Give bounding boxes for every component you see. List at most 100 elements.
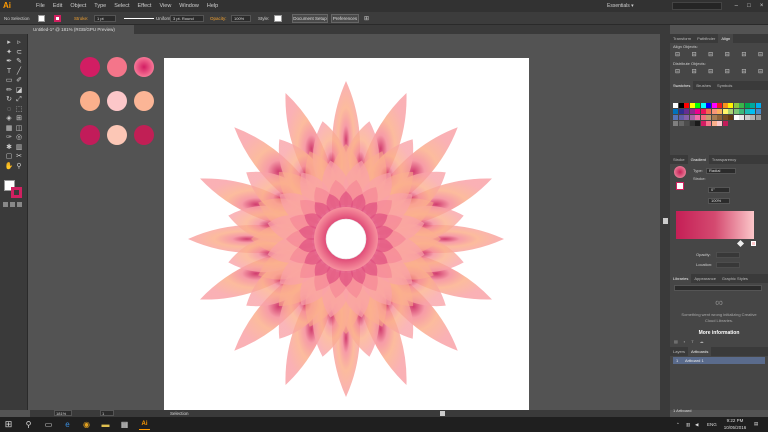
swatch-cell[interactable] — [684, 115, 689, 120]
align-button-4-icon[interactable]: ⊟ — [724, 52, 731, 59]
eraser-icon[interactable]: ◪ — [14, 86, 24, 96]
close-icon[interactable]: × — [760, 3, 764, 9]
document-tab[interactable]: Untitled-1* @ 181% (RGB/GPU Preview) — [30, 25, 134, 34]
library-cloud-icon[interactable]: ☁ — [700, 339, 704, 345]
align-button-6-icon[interactable]: ⊟ — [757, 52, 764, 59]
fill-swatch[interactable] — [38, 15, 45, 22]
align-button-5-icon[interactable]: ⊟ — [740, 52, 747, 59]
swatch-cell[interactable] — [673, 103, 678, 108]
swatch-cell[interactable] — [739, 103, 744, 108]
free-transform-icon[interactable]: ⬚ — [14, 105, 24, 115]
rotate-tool-icon[interactable]: ↻ — [4, 95, 14, 105]
swatch-cell[interactable] — [700, 115, 706, 120]
gradient-angle-field[interactable]: 0° — [708, 187, 730, 193]
dock-scroll-handle[interactable] — [663, 218, 668, 224]
tab-layers[interactable]: Layers — [670, 347, 688, 356]
tab-transparency[interactable]: Transparency — [709, 155, 739, 164]
paintbrush-icon[interactable]: ✐ — [14, 76, 24, 86]
swatch-cell[interactable] — [755, 103, 761, 108]
align-button-2-icon[interactable]: ⊟ — [691, 52, 698, 59]
swatch-cell[interactable] — [711, 121, 717, 126]
swatch-cell[interactable] — [750, 115, 755, 120]
line-tool-icon[interactable]: ╱ — [14, 67, 24, 77]
opacity-field[interactable]: 100% — [231, 15, 251, 22]
task-view-icon[interactable]: ▭ — [43, 419, 54, 430]
maximize-icon[interactable]: □ — [747, 3, 751, 9]
zoom-field[interactable]: 181% — [54, 410, 72, 416]
menu-item-object[interactable]: Object — [66, 0, 90, 12]
tab-transform[interactable]: Transform — [670, 34, 694, 43]
color-mode-icon[interactable] — [3, 202, 8, 207]
swatch-cell[interactable] — [733, 109, 739, 114]
selection-tool-icon[interactable]: ▸ — [4, 38, 14, 48]
swatch-cell[interactable] — [695, 109, 700, 114]
swatch-cell[interactable] — [722, 109, 728, 114]
color-sample-3[interactable] — [134, 57, 154, 77]
swatch-cell[interactable] — [739, 109, 744, 114]
brush-dropdown[interactable]: 3 pt. Round — [170, 15, 204, 22]
color-sample-5[interactable] — [107, 91, 127, 111]
gradient-tool-icon[interactable]: ◫ — [14, 124, 24, 134]
library-add-icon[interactable]: ▤ — [674, 339, 678, 345]
swatch-cell[interactable] — [706, 103, 711, 108]
gradient-preview[interactable] — [674, 166, 686, 178]
search-icon[interactable]: ⚲ — [23, 419, 34, 430]
style-swatch[interactable] — [274, 15, 282, 22]
swatch-cell[interactable] — [717, 115, 722, 120]
menu-item-type[interactable]: Type — [90, 0, 110, 12]
illustrator-taskbar-icon[interactable]: Ai — [139, 419, 150, 430]
swatch-cell[interactable] — [744, 109, 750, 114]
flower-artwork[interactable] — [164, 58, 529, 410]
gradient-mode-icon[interactable] — [10, 202, 15, 207]
swatch-cell[interactable] — [673, 115, 678, 120]
mesh-tool-icon[interactable]: ▦ — [4, 124, 14, 134]
tab-graphic-styles[interactable]: Graphic Styles — [719, 274, 751, 283]
gradient-type-dropdown[interactable]: Radial — [706, 168, 736, 174]
align-button-3-icon[interactable]: ⊟ — [707, 52, 714, 59]
perspective-grid-icon[interactable]: ⊞ — [14, 114, 24, 124]
color-sample-1[interactable] — [80, 57, 100, 77]
swatch-cell[interactable] — [744, 103, 750, 108]
windows-start-icon[interactable]: ⊞ — [3, 419, 14, 430]
stroke-color-icon[interactable] — [11, 187, 22, 198]
stroke-weight-field[interactable]: 1 pt — [94, 15, 116, 22]
tray-arrow-icon[interactable]: ⌃ — [676, 422, 680, 428]
swatch-cell[interactable] — [684, 109, 689, 114]
tab-stroke[interactable]: Stroke — [670, 155, 688, 164]
type-tool-icon[interactable]: T — [4, 67, 14, 77]
swatch-cell[interactable] — [728, 115, 733, 120]
swatch-cell[interactable] — [717, 109, 722, 114]
volume-icon[interactable]: ◀ — [695, 422, 698, 428]
swatch-cell[interactable] — [706, 109, 711, 114]
artboard[interactable] — [164, 58, 529, 410]
swatch-cell[interactable] — [717, 103, 722, 108]
horizontal-scroll-handle[interactable] — [440, 411, 445, 416]
swatch-cell[interactable] — [733, 103, 739, 108]
shape-builder-icon[interactable]: ◈ — [4, 114, 14, 124]
swatch-cell[interactable] — [722, 121, 728, 126]
swatch-grid[interactable] — [673, 103, 761, 139]
rectangle-tool-icon[interactable]: ▭ — [4, 76, 14, 86]
hand-tool-icon[interactable]: ✋ — [4, 162, 14, 172]
swatch-cell[interactable] — [678, 121, 684, 126]
curvature-icon[interactable]: ✎ — [14, 57, 24, 67]
edge-icon[interactable]: e — [62, 419, 73, 430]
lasso-icon[interactable]: ⊂ — [14, 48, 24, 58]
swatch-cell[interactable] — [700, 103, 706, 108]
file-explorer-icon[interactable]: ▬ — [100, 419, 111, 430]
swatch-cell[interactable] — [689, 121, 695, 126]
chrome-icon[interactable]: ◉ — [81, 419, 92, 430]
color-sample-2[interactable] — [107, 57, 127, 77]
warp-tool-icon[interactable]: ◌ — [4, 105, 14, 115]
tab-pathfinder[interactable]: Pathfinder — [694, 34, 718, 43]
swatch-cell[interactable] — [700, 121, 706, 126]
zoom-tool-icon[interactable]: ⚲ — [14, 162, 24, 172]
swatch-cell[interactable] — [706, 115, 711, 120]
workspace-switcher[interactable]: Essentials ▾ — [607, 2, 657, 10]
tab-swatches[interactable]: Swatches — [670, 81, 694, 90]
menu-item-effect[interactable]: Effect — [134, 0, 156, 12]
tab-align[interactable]: Align — [718, 34, 734, 43]
menu-item-edit[interactable]: Edit — [49, 0, 66, 12]
swatch-cell[interactable] — [722, 115, 728, 120]
tab-symbols[interactable]: Symbols — [714, 81, 735, 90]
